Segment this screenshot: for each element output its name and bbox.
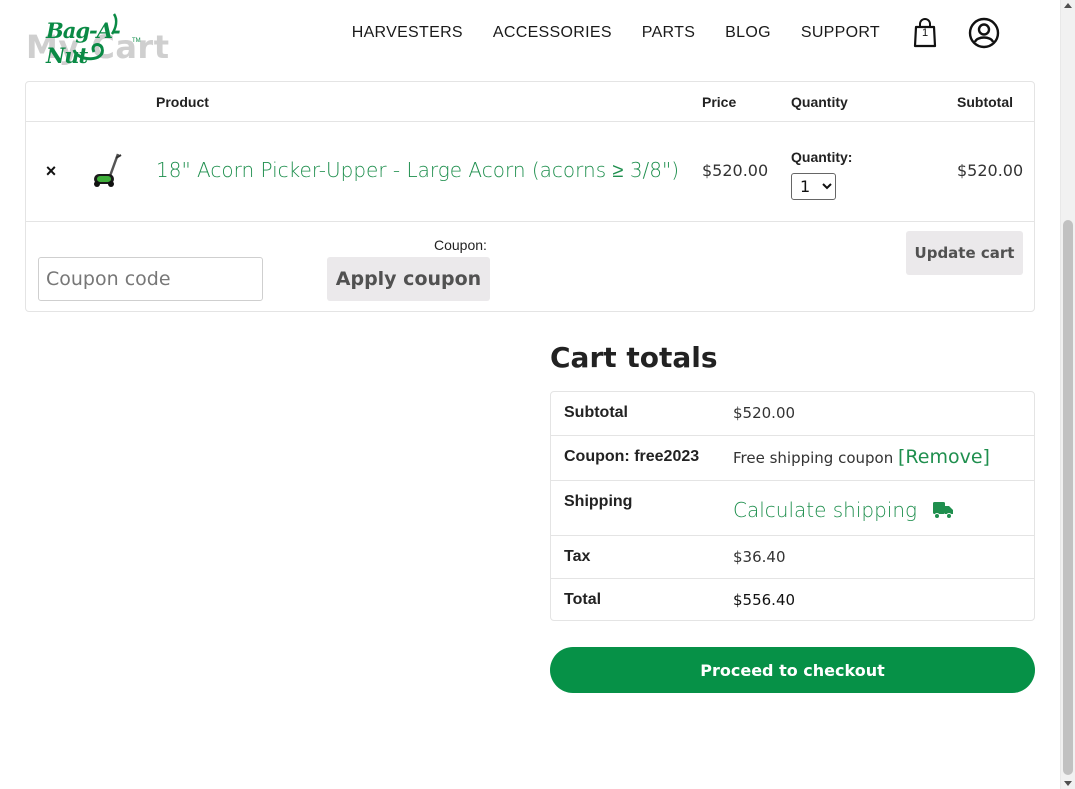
scroll-down-arrow-icon[interactable] bbox=[1064, 781, 1072, 786]
site-logo[interactable]: Bag-A-Nut TM bbox=[44, 10, 144, 68]
item-price: $520.00 bbox=[702, 161, 769, 180]
main-nav: HARVESTERS ACCESSORIES PARTS BLOG SUPPOR… bbox=[322, 24, 880, 42]
cart-table: Product Price Quantity Subtotal × 18" Ac… bbox=[25, 81, 1035, 312]
coupon-label: Coupon: bbox=[434, 237, 487, 253]
page-viewport: My Cart Bag-A-Nut TM HARVESTERS ACCESSOR… bbox=[0, 0, 1060, 789]
update-cart-button[interactable]: Update cart bbox=[906, 231, 1023, 275]
totals-row-coupon: Coupon: free2023 Free shipping coupon [R… bbox=[551, 435, 1034, 480]
total-label: Total bbox=[564, 591, 602, 608]
table-divider bbox=[26, 121, 1034, 122]
shipping-value: Calculate shipping bbox=[733, 498, 954, 522]
quantity-label: Quantity: bbox=[791, 149, 853, 165]
item-subtotal: $520.00 bbox=[957, 161, 1024, 180]
totals-row-shipping: Shipping Calculate shipping bbox=[551, 480, 1034, 535]
scroll-up-arrow-icon[interactable] bbox=[1064, 3, 1072, 8]
calculate-shipping-link[interactable]: Calculate shipping bbox=[733, 498, 917, 522]
product-thumbnail[interactable] bbox=[88, 152, 128, 192]
tax-value: $36.40 bbox=[733, 548, 786, 566]
quantity-select[interactable]: 1 bbox=[791, 173, 836, 200]
account-user-icon[interactable] bbox=[968, 17, 1000, 49]
totals-row-total: Total $556.40 bbox=[551, 578, 1034, 621]
nav-support[interactable]: SUPPORT bbox=[801, 24, 880, 42]
table-divider bbox=[26, 221, 1034, 222]
cart-totals-table: Subtotal $520.00 Coupon: free2023 Free s… bbox=[550, 391, 1035, 621]
coupon-applied-label: Coupon: free2023 bbox=[564, 448, 700, 465]
coupon-description: Free shipping coupon bbox=[733, 449, 894, 467]
coupon-applied-value: Free shipping coupon [Remove] bbox=[733, 446, 990, 468]
scrollbar-thumb[interactable] bbox=[1063, 220, 1073, 775]
shipping-label: Shipping bbox=[564, 493, 633, 510]
proceed-to-checkout-button[interactable]: Proceed to checkout bbox=[550, 647, 1035, 693]
column-header-product: Product bbox=[156, 94, 209, 110]
cart-totals-heading: Cart totals bbox=[550, 341, 718, 374]
vertical-scrollbar[interactable] bbox=[1060, 0, 1075, 789]
nav-accessories[interactable]: ACCESSORIES bbox=[493, 24, 612, 42]
column-header-subtotal: Subtotal bbox=[957, 94, 1013, 110]
remove-item-button[interactable]: × bbox=[42, 162, 60, 180]
apply-coupon-button[interactable]: Apply coupon bbox=[327, 257, 490, 301]
logo-text: Bag-A-Nut bbox=[46, 18, 121, 68]
subtotal-label: Subtotal bbox=[564, 404, 628, 421]
nav-harvesters[interactable]: HARVESTERS bbox=[352, 24, 463, 42]
subtotal-value: $520.00 bbox=[733, 404, 796, 422]
tax-label: Tax bbox=[564, 548, 591, 565]
totals-row-tax: Tax $36.40 bbox=[551, 535, 1034, 578]
coupon-code-input[interactable] bbox=[38, 257, 263, 301]
nav-parts[interactable]: PARTS bbox=[642, 24, 695, 42]
truck-icon[interactable] bbox=[932, 500, 954, 520]
logo-trademark: TM bbox=[132, 38, 141, 44]
total-value: $556.40 bbox=[733, 591, 796, 609]
product-name-link[interactable]: 18" Acorn Picker-Upper - Large Acorn (ac… bbox=[156, 158, 679, 183]
totals-row-subtotal: Subtotal $520.00 bbox=[551, 392, 1034, 435]
column-header-quantity: Quantity bbox=[791, 94, 848, 110]
column-header-price: Price bbox=[702, 94, 737, 110]
cart-bag-icon[interactable]: 1 bbox=[912, 18, 938, 48]
cart-count-badge: 1 bbox=[921, 27, 929, 39]
nav-blog[interactable]: BLOG bbox=[725, 24, 771, 42]
remove-coupon-link[interactable]: [Remove] bbox=[898, 446, 990, 468]
